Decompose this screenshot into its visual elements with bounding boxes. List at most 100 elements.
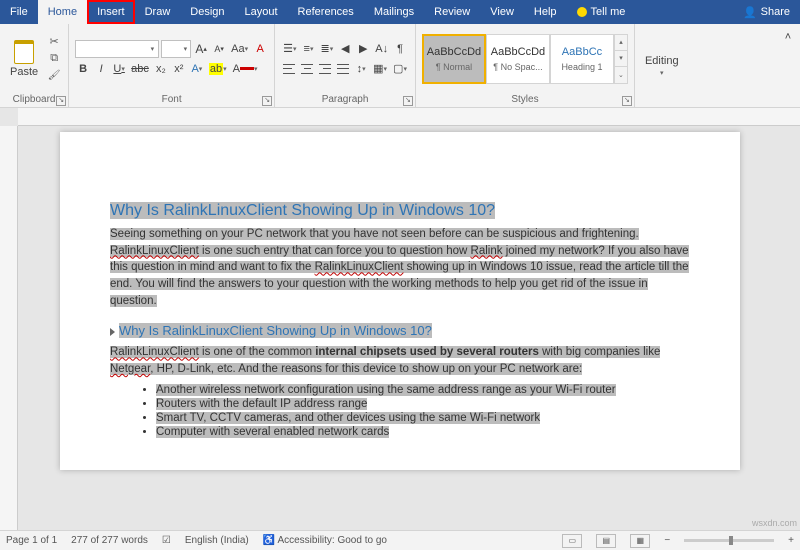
vertical-ruler[interactable] (0, 126, 18, 530)
underline-button[interactable]: U▾ (111, 60, 127, 78)
style-heading-1[interactable]: AaBbCc Heading 1 (550, 34, 614, 84)
line-spacing-button[interactable]: ↕▾ (353, 60, 369, 78)
view-print-layout-button[interactable]: ▤ (596, 534, 616, 548)
style-normal[interactable]: AaBbCcDd ¶ Normal (422, 34, 486, 84)
group-label-font: Font ↘ (69, 93, 274, 107)
superscript-button[interactable]: x² (171, 60, 187, 78)
styles-gallery-scroll[interactable]: ▴▾⌄ (614, 34, 628, 84)
text-effects-button[interactable]: A▾ (189, 60, 205, 78)
doc-bullet-list[interactable]: Another wireless network configuration u… (156, 384, 690, 438)
collapse-triangle-icon[interactable] (110, 328, 115, 336)
bold-button[interactable]: B (75, 60, 91, 78)
zoom-slider[interactable] (684, 539, 774, 542)
italic-button[interactable]: I (93, 60, 109, 78)
group-label-clipboard: Clipboard ↘ (0, 93, 68, 107)
align-center-button[interactable] (299, 60, 315, 78)
doc-heading-2[interactable]: Why Is RalinkLinuxClient Showing Up in W… (110, 323, 690, 338)
list-item[interactable]: Smart TV, CCTV cameras, and other device… (156, 412, 690, 424)
view-web-layout-button[interactable]: ▦ (630, 534, 650, 548)
view-read-mode-button[interactable]: ▭ (562, 534, 582, 548)
shrink-font-button[interactable]: A▾ (211, 40, 227, 58)
font-color-button[interactable]: A▾ (231, 60, 260, 78)
share-icon: 👤 (743, 6, 757, 19)
doc-paragraph[interactable]: Seeing something on your PC network that… (110, 226, 690, 309)
bullets-button[interactable]: ☰▾ (281, 40, 298, 58)
tab-file[interactable]: File (0, 0, 38, 24)
zoom-in-button[interactable]: + (788, 535, 794, 546)
status-page[interactable]: Page 1 of 1 (6, 535, 57, 546)
chevron-down-icon: ▾ (660, 69, 664, 77)
align-left-button[interactable] (281, 60, 297, 78)
document-page[interactable]: Why Is RalinkLinuxClient Showing Up in W… (60, 132, 740, 470)
list-item[interactable]: Routers with the default IP address rang… (156, 398, 690, 410)
clear-formatting-button[interactable]: A (252, 40, 268, 58)
change-case-button[interactable]: Aa▾ (229, 40, 250, 58)
list-item[interactable]: Computer with several enabled network ca… (156, 426, 690, 438)
clipboard-launcher[interactable]: ↘ (56, 96, 66, 106)
show-marks-button[interactable]: ¶ (392, 40, 408, 58)
status-spellcheck-icon[interactable]: ☑ (162, 535, 171, 546)
list-item[interactable]: Another wireless network configuration u… (156, 384, 690, 396)
paste-label: Paste (10, 66, 38, 78)
cut-button[interactable] (46, 35, 62, 49)
paragraph-launcher[interactable]: ↘ (403, 96, 413, 106)
clipboard-icon (14, 40, 34, 64)
share-button[interactable]: 👤 Share (733, 0, 800, 24)
styles-launcher[interactable]: ↘ (622, 96, 632, 106)
increase-indent-button[interactable]: ▶ (355, 40, 371, 58)
watermark-text: wsxdn.com (752, 518, 797, 528)
highlight-button[interactable]: ab▾ (207, 60, 229, 78)
zoom-out-button[interactable]: − (664, 535, 670, 546)
style-preview: AaBbCcDd (427, 46, 481, 58)
subscript-button[interactable]: x₂ (153, 60, 169, 78)
status-accessibility[interactable]: ♿ Accessibility: Good to go (263, 535, 387, 546)
justify-button[interactable] (335, 60, 351, 78)
group-paragraph: ☰▾ ≡▾ ≣▾ ◀ ▶ A↓ ¶ ↕▾ ▦▾ ▢▾ (275, 24, 416, 107)
paste-button[interactable]: Paste (6, 38, 42, 80)
font-size-combo[interactable]: ▾ (161, 40, 191, 58)
sort-button[interactable]: A↓ (373, 40, 390, 58)
tab-view[interactable]: View (480, 0, 524, 24)
style-preview: AaBbCc (562, 46, 602, 58)
style-no-spacing[interactable]: AaBbCcDd ¶ No Spac... (486, 34, 550, 84)
style-preview: AaBbCcDd (491, 46, 545, 58)
share-label: Share (761, 6, 790, 18)
ribbon: Paste Clipboard ↘ ▾ ▾ A▴ A▾ Aa▾ A (0, 24, 800, 108)
style-name: Heading 1 (561, 62, 602, 72)
decrease-indent-button[interactable]: ◀ (337, 40, 353, 58)
grow-font-button[interactable]: A▴ (193, 40, 209, 58)
tab-design[interactable]: Design (180, 0, 234, 24)
editing-label[interactable]: Editing (645, 55, 679, 67)
tab-references[interactable]: References (288, 0, 364, 24)
format-painter-button[interactable] (46, 69, 62, 83)
numbering-button[interactable]: ≡▾ (301, 40, 317, 58)
group-font: ▾ ▾ A▴ A▾ Aa▾ A B I U▾ abc x₂ x² A▾ ab▾ … (69, 24, 275, 107)
tab-draw[interactable]: Draw (135, 0, 181, 24)
strikethrough-button[interactable]: abc (129, 60, 151, 78)
tell-me-label: Tell me (591, 6, 626, 18)
group-label-paragraph: Paragraph ↘ (275, 93, 415, 107)
document-canvas[interactable]: Why Is RalinkLinuxClient Showing Up in W… (0, 108, 800, 530)
group-editing: Editing ▾ (635, 24, 689, 107)
style-name: ¶ Normal (436, 62, 472, 72)
collapse-ribbon-button[interactable]: ˄ (780, 28, 796, 46)
font-name-combo[interactable]: ▾ (75, 40, 159, 58)
tab-help[interactable]: Help (524, 0, 567, 24)
shading-button[interactable]: ▦▾ (371, 60, 389, 78)
status-word-count[interactable]: 277 of 277 words (71, 535, 148, 546)
tab-layout[interactable]: Layout (235, 0, 288, 24)
multilevel-button[interactable]: ≣▾ (319, 40, 336, 58)
tab-review[interactable]: Review (424, 0, 480, 24)
align-right-button[interactable] (317, 60, 333, 78)
tab-home[interactable]: Home (38, 0, 87, 24)
tell-me-search[interactable]: Tell me (567, 0, 636, 24)
horizontal-ruler[interactable] (18, 108, 800, 126)
tab-mailings[interactable]: Mailings (364, 0, 424, 24)
borders-button[interactable]: ▢▾ (391, 60, 409, 78)
status-language[interactable]: English (India) (185, 535, 249, 546)
doc-paragraph[interactable]: RalinkLinuxClient is one of the common i… (110, 344, 690, 377)
font-launcher[interactable]: ↘ (262, 96, 272, 106)
copy-button[interactable] (46, 52, 62, 66)
doc-heading-1[interactable]: Why Is RalinkLinuxClient Showing Up in W… (110, 202, 690, 220)
tab-insert[interactable]: Insert (87, 0, 135, 24)
